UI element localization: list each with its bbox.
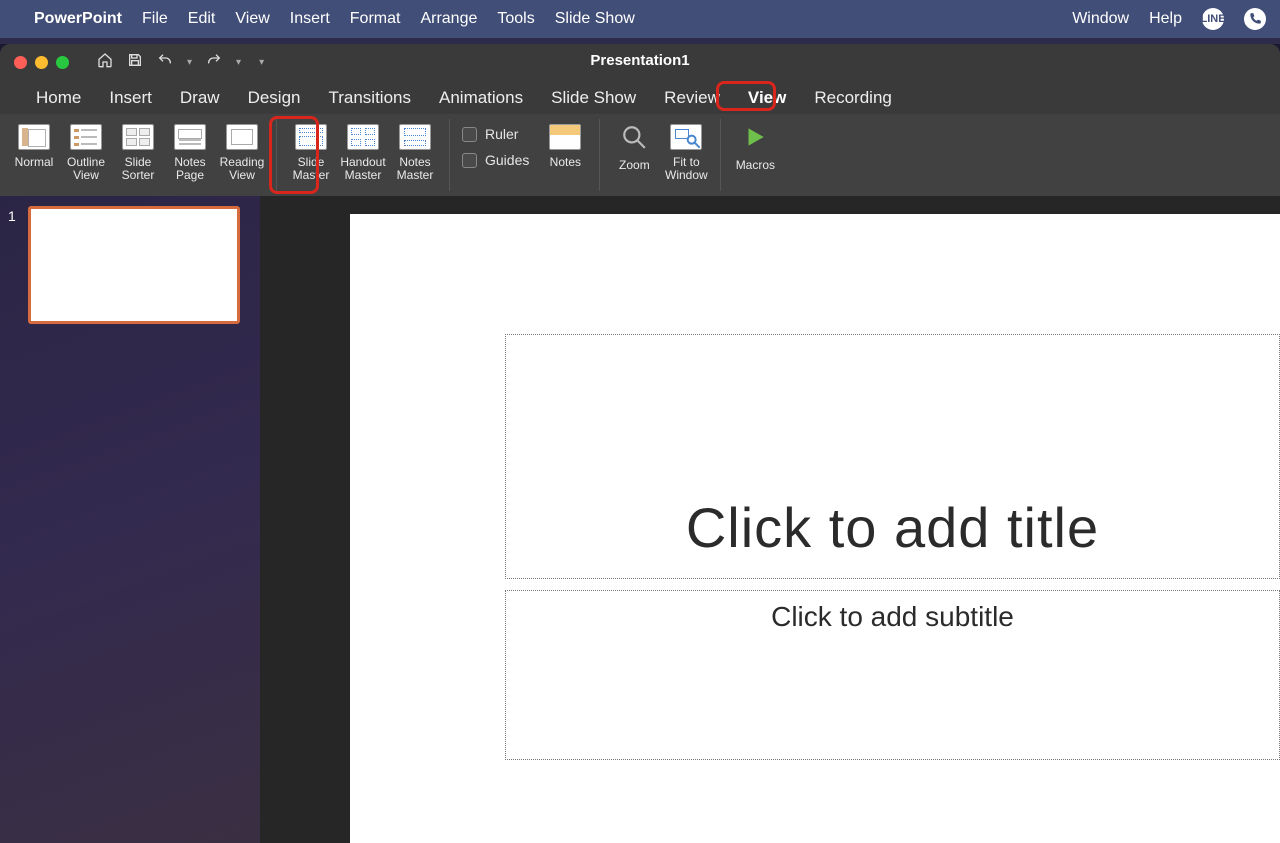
slide-sorter-icon (122, 124, 154, 150)
slide-master-icon (295, 124, 327, 150)
macros-icon (742, 124, 768, 153)
save-icon[interactable] (127, 52, 143, 73)
slide-thumbnail-item[interactable]: 1 (8, 206, 252, 324)
undo-icon[interactable] (157, 52, 173, 73)
minimize-window-button[interactable] (35, 56, 48, 69)
reading-view-icon (226, 124, 258, 150)
ruler-checkbox[interactable]: Ruler (462, 126, 529, 142)
tab-draw[interactable]: Draw (166, 82, 234, 114)
menu-window[interactable]: Window (1072, 10, 1129, 28)
handout-master-button[interactable]: Handout Master (337, 118, 389, 182)
slide-canvas-area[interactable]: Click to add title Click to add subtitle (260, 196, 1280, 843)
ribbon-group-show: Ruler Guides Notes (450, 114, 599, 196)
mac-menubar: PowerPoint File Edit View Insert Format … (0, 0, 1280, 38)
menu-file[interactable]: File (142, 10, 168, 28)
notes-icon (549, 124, 581, 150)
slide-master-button[interactable]: Slide Master (285, 118, 337, 182)
fit-to-window-icon (670, 124, 702, 150)
ribbon-view: Normal Outline View Slide Sorter Notes P… (0, 114, 1280, 196)
menu-format[interactable]: Format (350, 10, 401, 28)
window-controls (0, 56, 69, 69)
title-placeholder[interactable]: Click to add title (505, 334, 1280, 579)
notes-label: Notes (550, 156, 581, 169)
menu-insert[interactable]: Insert (290, 10, 330, 28)
normal-view-icon (18, 124, 50, 150)
ribbon-group-zoom: Zoom Fit to Window (600, 114, 720, 196)
menu-help[interactable]: Help (1149, 10, 1182, 28)
fullscreen-window-button[interactable] (56, 56, 69, 69)
checkbox-icon (462, 153, 477, 168)
normal-view-button[interactable]: Normal (8, 118, 60, 169)
undo-dropdown-icon[interactable]: ▾ (187, 57, 192, 68)
line-status-icon[interactable]: LINE (1202, 8, 1224, 30)
guides-label: Guides (485, 152, 529, 168)
zoom-button[interactable]: Zoom (608, 118, 660, 172)
notes-page-icon (174, 124, 206, 150)
notes-page-button[interactable]: Notes Page (164, 118, 216, 182)
reading-view-button[interactable]: Reading View (216, 118, 268, 182)
notes-master-label: Notes Master (397, 156, 434, 182)
quick-access-toolbar: ▾ ▾ ▾ (97, 52, 264, 73)
app-menu[interactable]: PowerPoint (34, 10, 122, 28)
menu-slideshow[interactable]: Slide Show (555, 10, 635, 28)
menu-arrange[interactable]: Arrange (420, 10, 477, 28)
handout-master-icon (347, 124, 379, 150)
redo-dropdown-icon[interactable]: ▾ (236, 57, 241, 68)
tab-slideshow[interactable]: Slide Show (537, 82, 650, 114)
slide-sorter-label: Slide Sorter (122, 156, 155, 182)
viber-status-icon[interactable] (1244, 8, 1266, 30)
tab-view[interactable]: View (734, 82, 800, 114)
outline-view-icon (70, 124, 102, 150)
slide[interactable]: Click to add title Click to add subtitle (350, 214, 1280, 843)
redo-icon[interactable] (206, 52, 222, 73)
notes-master-button[interactable]: Notes Master (389, 118, 441, 182)
window-titlebar: ▾ ▾ ▾ (0, 44, 1280, 80)
ribbon-group-macros: Macros (721, 114, 789, 196)
ruler-label: Ruler (485, 126, 518, 142)
reading-view-label: Reading View (220, 156, 265, 182)
notes-button[interactable]: Notes (539, 118, 591, 169)
slide-master-label: Slide Master (293, 156, 330, 182)
menu-view[interactable]: View (235, 10, 269, 28)
ribbon-group-presentation-views: Normal Outline View Slide Sorter Notes P… (0, 114, 276, 196)
outline-view-button[interactable]: Outline View (60, 118, 112, 182)
ribbon-tabs: Home Insert Draw Design Transitions Anim… (0, 80, 1280, 114)
tab-recording[interactable]: Recording (800, 82, 906, 114)
normal-view-label: Normal (15, 156, 54, 169)
slide-thumbnail[interactable] (28, 206, 240, 324)
notes-master-icon (399, 124, 431, 150)
title-placeholder-text: Click to add title (686, 495, 1099, 578)
fit-to-window-button[interactable]: Fit to Window (660, 118, 712, 182)
tab-design[interactable]: Design (234, 82, 315, 114)
customize-qat-icon[interactable]: ▾ (259, 57, 264, 68)
zoom-label: Zoom (619, 159, 650, 172)
slide-sorter-button[interactable]: Slide Sorter (112, 118, 164, 182)
tab-review[interactable]: Review (650, 82, 734, 114)
tab-animations[interactable]: Animations (425, 82, 537, 114)
subtitle-placeholder-text: Click to add subtitle (506, 591, 1279, 633)
handout-master-label: Handout Master (340, 156, 385, 182)
subtitle-placeholder[interactable]: Click to add subtitle (505, 590, 1280, 760)
tab-transitions[interactable]: Transitions (314, 82, 425, 114)
close-window-button[interactable] (14, 56, 27, 69)
home-icon[interactable] (97, 52, 113, 73)
guides-checkbox[interactable]: Guides (462, 152, 529, 168)
outline-view-label: Outline View (67, 156, 105, 182)
fit-to-window-label: Fit to Window (665, 156, 708, 182)
slide-number: 1 (8, 206, 22, 324)
tab-insert[interactable]: Insert (95, 82, 166, 114)
workspace: 1 Click to add title Click to add subtit… (0, 196, 1280, 843)
macros-label: Macros (736, 159, 775, 172)
menu-tools[interactable]: Tools (497, 10, 534, 28)
checkbox-icon (462, 127, 477, 142)
slide-thumbnails-panel[interactable]: 1 (0, 196, 260, 843)
zoom-icon (619, 124, 649, 153)
menu-edit[interactable]: Edit (188, 10, 216, 28)
notes-page-label: Notes Page (174, 156, 205, 182)
ribbon-group-master-views: Slide Master Handout Master Notes Master (277, 114, 449, 196)
tab-home[interactable]: Home (22, 82, 95, 114)
macros-button[interactable]: Macros (729, 118, 781, 172)
